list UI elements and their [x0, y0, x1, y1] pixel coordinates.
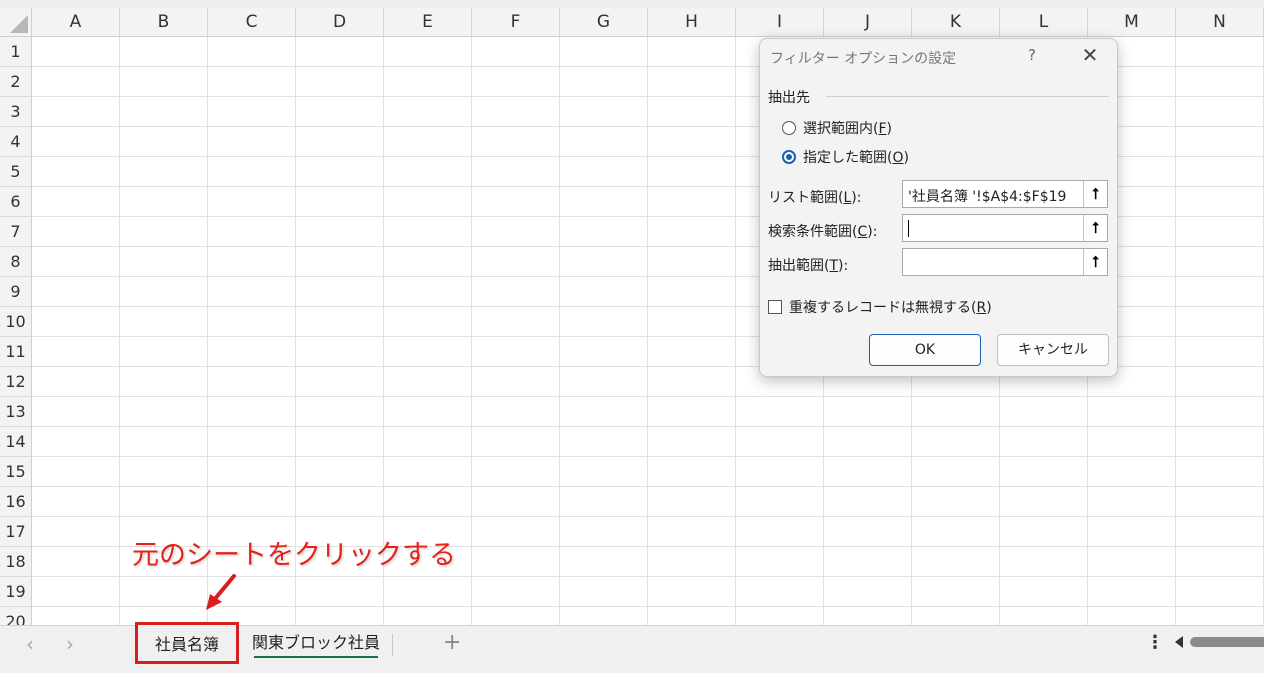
- row-header-15[interactable]: 15: [0, 457, 32, 487]
- column-header-b[interactable]: B: [120, 8, 208, 37]
- collapse-dialog-icon[interactable]: ⭡: [1083, 249, 1107, 275]
- horizontal-scrollbar[interactable]: [1190, 637, 1264, 647]
- column-header-a[interactable]: A: [32, 8, 120, 37]
- add-sheet-icon[interactable]: +: [443, 630, 461, 655]
- advanced-filter-dialog: フィルター オプションの設定 ? ✕ 抽出先 選択範囲内(F) 指定した範囲(O…: [759, 38, 1118, 377]
- top-strip: [0, 0, 1264, 8]
- active-tab-underline: [254, 656, 378, 658]
- row-header-4[interactable]: 4: [0, 127, 32, 157]
- row-header-19[interactable]: 19: [0, 577, 32, 607]
- row-header-14[interactable]: 14: [0, 427, 32, 457]
- dialog-title: フィルター オプションの設定: [770, 51, 957, 67]
- row-header-10[interactable]: 10: [0, 307, 32, 337]
- text-caret: [908, 220, 909, 237]
- list-range-label: リスト範囲(L):: [768, 190, 862, 206]
- group-divider: [826, 96, 1109, 97]
- list-range-value: '社員名簿 '!$A$4:$F$19: [908, 189, 1067, 205]
- close-icon[interactable]: ✕: [1080, 43, 1100, 67]
- row-header-7[interactable]: 7: [0, 217, 32, 247]
- unique-records-checkbox-row[interactable]: 重複するレコードは無視する(R): [768, 297, 992, 317]
- column-header-j[interactable]: J: [824, 8, 912, 37]
- row-header-2[interactable]: 2: [0, 67, 32, 97]
- collapse-dialog-icon[interactable]: ⭡: [1083, 215, 1107, 241]
- column-header-i[interactable]: I: [736, 8, 824, 37]
- row-header-13[interactable]: 13: [0, 397, 32, 427]
- sheet-tab-bar: ‹ › 社員名簿 関東ブロック社員 + ⋮: [0, 622, 1264, 665]
- prev-sheet-icon[interactable]: ‹: [26, 632, 34, 656]
- row-header-11[interactable]: 11: [0, 337, 32, 367]
- more-options-icon[interactable]: ⋮: [1146, 632, 1164, 653]
- ok-button[interactable]: OK: [869, 334, 981, 366]
- radio-label: 指定した範囲(O): [803, 150, 909, 166]
- copy-to-input[interactable]: ⭡: [902, 248, 1108, 276]
- column-header-n[interactable]: N: [1176, 8, 1264, 37]
- row-header-12[interactable]: 12: [0, 367, 32, 397]
- row-header-17[interactable]: 17: [0, 517, 32, 547]
- radio-label: 選択範囲内(F): [803, 121, 892, 137]
- radio-button[interactable]: [782, 121, 796, 135]
- instruction-annotation: 元のシートをクリックする: [132, 540, 456, 571]
- column-header-h[interactable]: H: [648, 8, 736, 37]
- radio-button-selected[interactable]: [782, 150, 796, 164]
- unique-records-checkbox[interactable]: [768, 300, 782, 314]
- column-header-l[interactable]: L: [1000, 8, 1088, 37]
- column-header-g[interactable]: G: [560, 8, 648, 37]
- column-header-d[interactable]: D: [296, 8, 384, 37]
- criteria-range-input[interactable]: ⭡: [902, 214, 1108, 242]
- help-button[interactable]: ?: [1028, 46, 1036, 64]
- destination-group-label: 抽出先: [768, 90, 810, 106]
- row-header-16[interactable]: 16: [0, 487, 32, 517]
- copy-to-label: 抽出範囲(T):: [768, 258, 849, 274]
- column-header-e[interactable]: E: [384, 8, 472, 37]
- radio-filter-in-place[interactable]: 選択範囲内(F): [782, 118, 892, 138]
- row-header-3[interactable]: 3: [0, 97, 32, 127]
- row-header-9[interactable]: 9: [0, 277, 32, 307]
- row-header-1[interactable]: 1: [0, 37, 32, 67]
- row-header-8[interactable]: 8: [0, 247, 32, 277]
- annotation-arrow-icon: [206, 574, 236, 610]
- tab-separator: [392, 634, 393, 656]
- collapse-dialog-icon[interactable]: ⭡: [1083, 181, 1107, 207]
- row-header-5[interactable]: 5: [0, 157, 32, 187]
- select-all-icon: [10, 15, 28, 33]
- row-header-20[interactable]: 20: [0, 607, 32, 625]
- status-bar: [0, 665, 1264, 673]
- column-header-f[interactable]: F: [472, 8, 560, 37]
- select-all-corner[interactable]: [0, 8, 32, 37]
- cancel-button[interactable]: キャンセル: [997, 334, 1109, 366]
- criteria-range-label: 検索条件範囲(C):: [768, 224, 878, 240]
- scroll-left-icon[interactable]: [1175, 636, 1183, 648]
- checkbox-label: 重複するレコードは無視する(R): [789, 300, 992, 316]
- row-header-6[interactable]: 6: [0, 187, 32, 217]
- radio-copy-to-location[interactable]: 指定した範囲(O): [782, 147, 909, 167]
- sheet-tab-kanto-block[interactable]: 関東ブロック社員: [252, 626, 380, 664]
- list-range-input[interactable]: '社員名簿 '!$A$4:$F$19 ⭡: [902, 180, 1108, 208]
- next-sheet-icon[interactable]: ›: [66, 632, 74, 656]
- column-header-c[interactable]: C: [208, 8, 296, 37]
- column-header-m[interactable]: M: [1088, 8, 1176, 37]
- row-header-18[interactable]: 18: [0, 547, 32, 577]
- sheet-tab-employee-list[interactable]: 社員名簿: [135, 622, 239, 664]
- column-header-k[interactable]: K: [912, 8, 1000, 37]
